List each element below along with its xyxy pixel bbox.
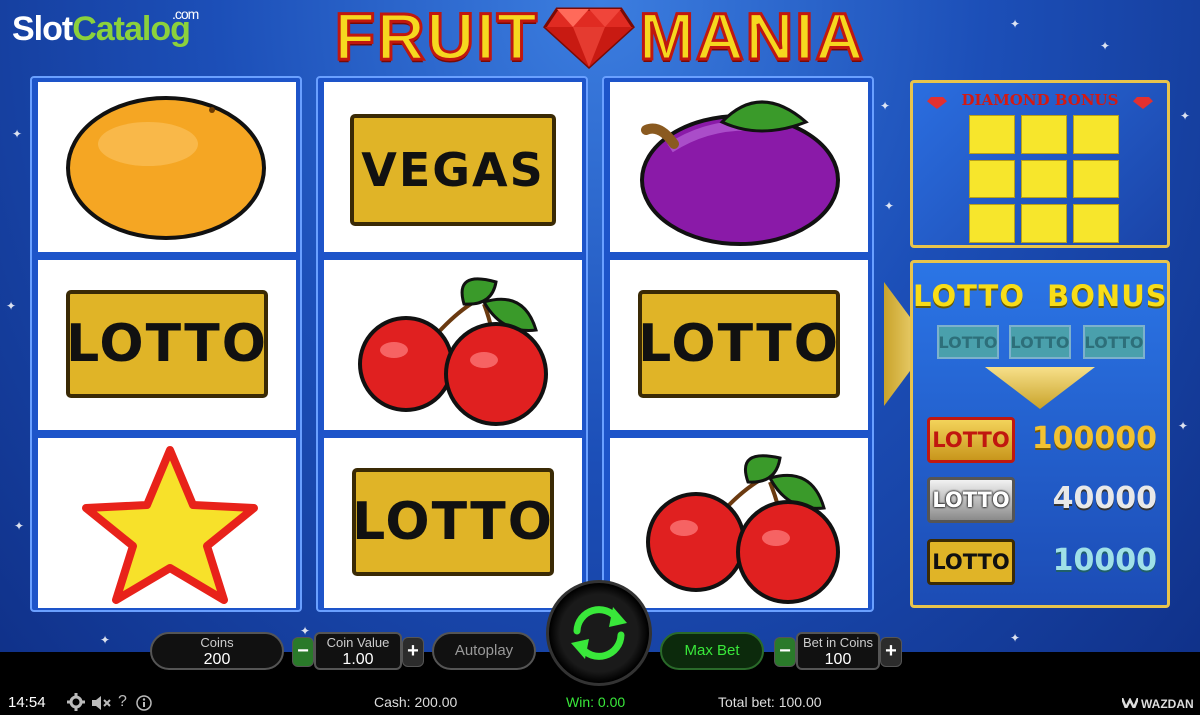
bonus-cell bbox=[1021, 204, 1067, 243]
lotto-plate: LOTTO bbox=[638, 290, 840, 398]
symbol-lotto: LOTTO bbox=[324, 438, 582, 608]
coin-value-minus-button[interactable]: − bbox=[292, 637, 314, 667]
star-icon bbox=[82, 446, 258, 604]
diamond-icon bbox=[543, 7, 635, 69]
bet-in-coins-value: 100 bbox=[824, 651, 852, 668]
game-title: FRUIT MANIA bbox=[255, 0, 945, 74]
bonus-cell bbox=[969, 115, 1015, 154]
prize-value-gold: 100000 bbox=[1031, 421, 1157, 456]
vegas-plate: VEGAS bbox=[350, 114, 556, 226]
coin-value-value: 1.00 bbox=[342, 651, 374, 668]
bonus-cell bbox=[969, 204, 1015, 243]
reel-3: LOTTO bbox=[602, 76, 874, 612]
lotto-slot: LOTTO bbox=[937, 325, 999, 359]
plum-icon bbox=[640, 100, 840, 246]
lotto-slot: LOTTO bbox=[1083, 325, 1145, 359]
cherries-icon bbox=[358, 277, 548, 426]
down-arrow-icon bbox=[985, 367, 1095, 409]
diamond-bonus-title: DIAMOND BONUS bbox=[961, 91, 1119, 109]
coin-value-display: Coin Value 1.00 bbox=[314, 632, 402, 670]
prize-value-silver: 40000 bbox=[1052, 481, 1157, 516]
symbol-orange bbox=[38, 82, 296, 252]
bet-in-coins-display: Bet in Coins 100 bbox=[796, 632, 880, 670]
bonus-cell bbox=[1073, 204, 1119, 243]
logo-slot: Slot bbox=[12, 10, 73, 48]
max-bet-button[interactable]: Max Bet bbox=[660, 632, 764, 670]
slotcatalog-logo: SlotCatalog .com bbox=[12, 6, 199, 49]
symbol-plum bbox=[610, 82, 868, 252]
lotto-bonus-panel: LOTTO BONUS LOTTO LOTTO LOTTO LOTTO 1000… bbox=[910, 260, 1170, 608]
bonus-cell bbox=[969, 159, 1015, 199]
prize-value-bronze: 10000 bbox=[1052, 543, 1157, 578]
lotto-slot: LOTTO bbox=[1009, 325, 1071, 359]
diamond-bonus-grid bbox=[969, 115, 1119, 243]
win-amount: Win: 0.00 bbox=[566, 694, 626, 710]
coins-label: Coins bbox=[200, 635, 234, 650]
provider-name: WAZDAN bbox=[1141, 697, 1194, 711]
prize-badge-silver: LOTTO bbox=[927, 477, 1015, 523]
prize-badge-gold: LOTTO bbox=[927, 417, 1015, 463]
lotto-plate: LOTTO bbox=[352, 468, 554, 576]
orange-icon bbox=[66, 96, 266, 240]
coins-display: Coins 200 bbox=[150, 632, 284, 670]
sound-mute-icon[interactable] bbox=[92, 695, 112, 711]
symbol-lotto: LOTTO bbox=[38, 260, 296, 430]
symbol-lotto: LOTTO bbox=[610, 260, 868, 430]
info-icon[interactable] bbox=[136, 695, 152, 711]
clock: 14:54 bbox=[8, 694, 46, 711]
symbol-vegas: VEGAS bbox=[324, 82, 582, 252]
settings-gear-icon[interactable] bbox=[67, 693, 85, 711]
lotto-plate: LOTTO bbox=[66, 290, 268, 398]
coin-value-plus-button[interactable]: + bbox=[402, 637, 424, 667]
bonus-cell bbox=[1021, 159, 1067, 199]
bonus-cell bbox=[1073, 115, 1119, 154]
coin-value-label: Coin Value bbox=[326, 635, 390, 650]
symbol-star bbox=[38, 438, 296, 608]
title-mania: MANIA bbox=[637, 0, 866, 74]
total-bet-amount: Total bet: 100.00 bbox=[718, 694, 822, 710]
spin-refresh-icon bbox=[571, 606, 627, 660]
title-fruit: FRUIT bbox=[333, 0, 539, 74]
bet-minus-button[interactable]: − bbox=[774, 637, 796, 667]
help-icon[interactable]: ? bbox=[118, 693, 127, 711]
bet-in-coins-label: Bet in Coins bbox=[802, 635, 874, 650]
lotto-bonus-title: LOTTO BONUS bbox=[913, 279, 1168, 313]
cash-amount: Cash: 200.00 bbox=[374, 694, 458, 710]
bonus-cell bbox=[1073, 159, 1119, 199]
symbol-cherries bbox=[324, 260, 582, 430]
diamond-bonus-panel: DIAMOND BONUS bbox=[910, 80, 1170, 248]
wazdan-logo-icon bbox=[1122, 698, 1138, 708]
spin-button[interactable] bbox=[546, 580, 652, 686]
bet-plus-button[interactable]: + bbox=[880, 637, 902, 667]
prize-badge-bronze: LOTTO bbox=[927, 539, 1015, 585]
autoplay-button[interactable]: Autoplay bbox=[432, 632, 536, 670]
bonus-cell bbox=[1021, 115, 1067, 154]
logo-domain: .com bbox=[172, 6, 199, 22]
reel-1: LOTTO bbox=[30, 76, 302, 612]
coins-value: 200 bbox=[203, 651, 231, 668]
reel-2: VEGAS LOTTO bbox=[316, 76, 588, 612]
